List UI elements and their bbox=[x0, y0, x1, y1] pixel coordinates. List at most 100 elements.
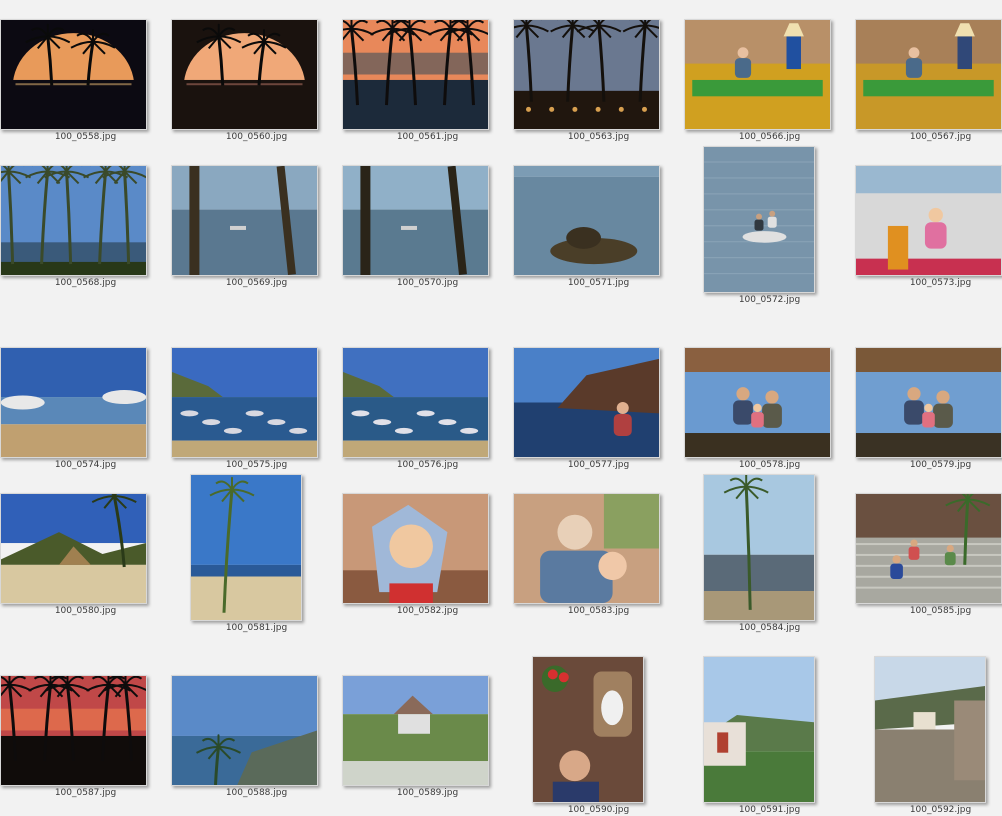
thumbnail-filename[interactable]: 100_0560.jpg bbox=[171, 132, 342, 142]
thumbnail-filename[interactable]: 100_0575.jpg bbox=[171, 460, 342, 470]
photo-bay-boats bbox=[343, 348, 488, 457]
thumbnail-filename[interactable]: 100_0577.jpg bbox=[513, 460, 684, 470]
thumbnail-filename[interactable]: 100_0574.jpg bbox=[0, 460, 171, 470]
thumbnail-item[interactable]: 100_0561.jpg bbox=[342, 0, 513, 164]
thumbnail-item[interactable]: 100_0558.jpg bbox=[0, 0, 171, 164]
thumbnail-image[interactable] bbox=[171, 19, 318, 130]
thumbnail-item[interactable]: 100_0591.jpg bbox=[684, 656, 855, 816]
thumbnail-filename[interactable]: 100_0569.jpg bbox=[171, 278, 342, 288]
thumbnail-image[interactable] bbox=[855, 493, 1002, 604]
thumbnail-item[interactable]: 100_0572.jpg bbox=[684, 146, 855, 310]
thumbnail-image[interactable] bbox=[0, 493, 147, 604]
thumbnail-image[interactable] bbox=[190, 474, 302, 621]
thumbnail-image[interactable] bbox=[0, 19, 147, 130]
thumbnail-image[interactable] bbox=[513, 347, 660, 458]
thumbnail-item[interactable]: 100_0588.jpg bbox=[171, 656, 342, 816]
thumbnail-item[interactable]: 100_0574.jpg bbox=[0, 328, 171, 492]
thumbnail-item[interactable]: 100_0581.jpg bbox=[171, 474, 342, 638]
thumbnail-filename[interactable]: 100_0585.jpg bbox=[855, 606, 1002, 616]
thumbnail-item[interactable]: 100_0587.jpg bbox=[0, 656, 171, 816]
thumbnail-filename[interactable]: 100_0589.jpg bbox=[342, 788, 513, 798]
thumbnail-item[interactable]: 100_0563.jpg bbox=[513, 0, 684, 164]
thumbnail-filename[interactable]: 100_0567.jpg bbox=[855, 132, 1002, 142]
thumbnail-item[interactable]: 100_0567.jpg bbox=[855, 0, 1002, 164]
thumbnail-image[interactable] bbox=[532, 656, 644, 803]
thumbnail-filename[interactable]: 100_0591.jpg bbox=[684, 805, 855, 815]
thumbnail-filename[interactable]: 100_0563.jpg bbox=[513, 132, 684, 142]
thumbnail-filename[interactable]: 100_0578.jpg bbox=[684, 460, 855, 470]
thumbnail-image[interactable] bbox=[342, 19, 489, 130]
thumbnail-item[interactable]: 100_0577.jpg bbox=[513, 328, 684, 492]
thumbnail-item[interactable]: 100_0589.jpg bbox=[342, 656, 513, 816]
thumbnail-item[interactable]: 100_0592.jpg bbox=[855, 656, 1002, 816]
thumbnail-image[interactable] bbox=[0, 675, 147, 786]
photo-shrine-woman bbox=[533, 657, 643, 802]
thumbnail-image[interactable] bbox=[0, 165, 147, 276]
thumbnail-grid: 100_0558.jpg 100_0560.jpg 100_0561.jpg 100_… bbox=[0, 0, 1002, 816]
thumbnail-filename[interactable]: 100_0573.jpg bbox=[855, 278, 1002, 288]
thumbnail-filename[interactable]: 100_0566.jpg bbox=[684, 132, 855, 142]
thumbnail-image[interactable] bbox=[703, 656, 815, 803]
thumbnail-item[interactable]: 100_0582.jpg bbox=[342, 474, 513, 638]
thumbnail-image[interactable] bbox=[171, 165, 318, 276]
thumbnail-item[interactable]: 100_0583.jpg bbox=[513, 474, 684, 638]
thumbnail-item[interactable]: 100_0578.jpg bbox=[684, 328, 855, 492]
thumbnail-item[interactable]: 100_0576.jpg bbox=[342, 328, 513, 492]
thumbnail-item[interactable]: 100_0590.jpg bbox=[513, 656, 684, 816]
thumbnail-filename[interactable]: 100_0568.jpg bbox=[0, 278, 171, 288]
thumbnail-image[interactable] bbox=[513, 19, 660, 130]
photo-steps-people bbox=[856, 494, 1001, 603]
thumbnail-image[interactable] bbox=[703, 146, 815, 293]
thumbnail-filename[interactable]: 100_0579.jpg bbox=[855, 460, 1002, 470]
thumbnail-item[interactable]: 100_0573.jpg bbox=[855, 146, 1002, 310]
thumbnail-image[interactable] bbox=[171, 347, 318, 458]
thumbnail-image[interactable] bbox=[855, 347, 1002, 458]
thumbnail-filename[interactable]: 100_0570.jpg bbox=[342, 278, 513, 288]
thumbnail-filename[interactable]: 100_0580.jpg bbox=[0, 606, 171, 616]
thumbnail-item[interactable]: 100_0566.jpg bbox=[684, 0, 855, 164]
photo-sunset-palms bbox=[1, 676, 146, 785]
thumbnail-filename[interactable]: 100_0588.jpg bbox=[171, 788, 342, 798]
thumbnail-filename[interactable]: 100_0561.jpg bbox=[342, 132, 513, 142]
thumbnail-image[interactable] bbox=[874, 656, 986, 803]
thumbnail-item[interactable]: 100_0584.jpg bbox=[684, 474, 855, 638]
photo-palapa-family bbox=[856, 348, 1001, 457]
photo-village-house bbox=[704, 657, 814, 802]
thumbnail-image[interactable] bbox=[684, 19, 831, 130]
thumbnail-image[interactable] bbox=[171, 675, 318, 786]
thumbnail-image[interactable] bbox=[855, 165, 1002, 276]
thumbnail-filename[interactable]: 100_0558.jpg bbox=[0, 132, 171, 142]
thumbnail-item[interactable]: 100_0568.jpg bbox=[0, 146, 171, 310]
thumbnail-item[interactable]: 100_0579.jpg bbox=[855, 328, 1002, 492]
thumbnail-image[interactable] bbox=[855, 19, 1002, 130]
thumbnail-image[interactable] bbox=[342, 347, 489, 458]
thumbnail-image[interactable] bbox=[342, 493, 489, 604]
thumbnail-image[interactable] bbox=[342, 165, 489, 276]
thumbnail-image[interactable] bbox=[684, 347, 831, 458]
thumbnail-item[interactable]: 100_0585.jpg bbox=[855, 474, 1002, 638]
thumbnail-image[interactable] bbox=[513, 165, 660, 276]
thumbnail-item[interactable]: 100_0575.jpg bbox=[171, 328, 342, 492]
photo-dusk-palms bbox=[514, 20, 659, 129]
thumbnail-image[interactable] bbox=[0, 347, 147, 458]
thumbnail-item[interactable]: 100_0580.jpg bbox=[0, 474, 171, 638]
thumbnail-filename[interactable]: 100_0582.jpg bbox=[342, 606, 513, 616]
thumbnail-filename[interactable]: 100_0587.jpg bbox=[0, 788, 171, 798]
thumbnail-image[interactable] bbox=[342, 675, 489, 786]
thumbnail-filename[interactable]: 100_0592.jpg bbox=[855, 805, 1002, 815]
thumbnail-filename[interactable]: 100_0581.jpg bbox=[171, 623, 342, 633]
photo-sunset-arch bbox=[1, 20, 146, 129]
thumbnail-item[interactable]: 100_0569.jpg bbox=[171, 146, 342, 310]
thumbnail-image[interactable] bbox=[703, 474, 815, 621]
thumbnail-filename[interactable]: 100_0583.jpg bbox=[513, 606, 684, 616]
thumbnail-item[interactable]: 100_0571.jpg bbox=[513, 146, 684, 310]
thumbnail-item[interactable]: 100_0570.jpg bbox=[342, 146, 513, 310]
thumbnail-filename[interactable]: 100_0571.jpg bbox=[513, 278, 684, 288]
thumbnail-image[interactable] bbox=[513, 493, 660, 604]
thumbnail-filename[interactable]: 100_0576.jpg bbox=[342, 460, 513, 470]
thumbnail-item[interactable]: 100_0560.jpg bbox=[171, 0, 342, 164]
thumbnail-filename[interactable]: 100_0584.jpg bbox=[684, 623, 855, 633]
thumbnail-filename[interactable]: 100_0590.jpg bbox=[513, 805, 684, 815]
thumbnail-filename[interactable]: 100_0572.jpg bbox=[684, 295, 855, 305]
photo-beach-umbrellas bbox=[1, 348, 146, 457]
